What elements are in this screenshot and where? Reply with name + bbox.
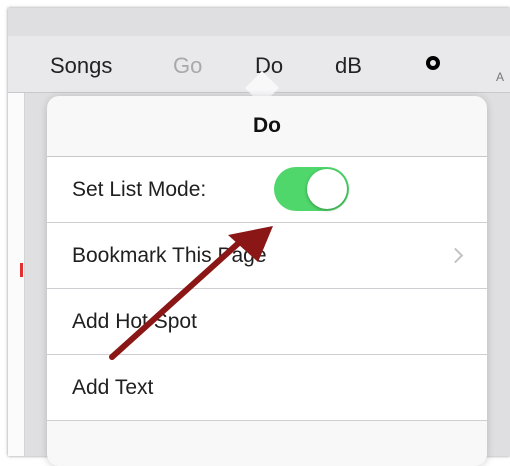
add-text-label: Add Text <box>72 376 154 399</box>
bookmark-this-page-label: Bookmark This Page <box>72 244 267 267</box>
add-hot-spot-label: Add Hot Spot <box>72 310 197 333</box>
set-list-mode-toggle[interactable] <box>274 167 349 211</box>
add-text-item[interactable]: Add Text <box>47 355 487 421</box>
bookmark-this-page-item[interactable]: Bookmark This Page <box>47 223 487 289</box>
add-hot-spot-item[interactable]: Add Hot Spot <box>47 289 487 355</box>
set-list-mode-row: Set List Mode: <box>47 157 487 223</box>
page-red-mark <box>20 263 23 277</box>
toggle-knob <box>307 169 347 209</box>
set-list-mode-label: Set List Mode: <box>72 178 207 201</box>
popover-menu-list: Set List Mode: Bookmark This Page Add Ho… <box>47 157 487 421</box>
do-popover: Do Set List Mode: Bookmark This Page Add… <box>47 96 487 466</box>
nav-go-button[interactable]: Go <box>173 53 202 79</box>
popover-title: Do <box>253 114 281 137</box>
nav-overflow-text: A <box>496 70 505 84</box>
chevron-right-icon <box>447 247 464 264</box>
nav-songs-button[interactable]: Songs <box>50 53 112 79</box>
background-page <box>8 88 25 456</box>
record-circle-icon[interactable] <box>426 56 440 70</box>
nav-db-button[interactable]: dB <box>335 53 362 79</box>
